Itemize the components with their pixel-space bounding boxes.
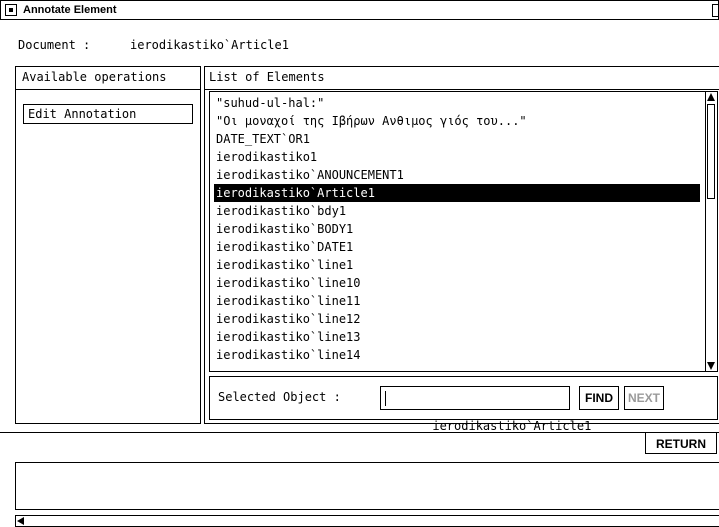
scroll-thumb[interactable] [707, 104, 715, 199]
horizontal-scrollbar[interactable] [15, 515, 719, 527]
next-button[interactable]: NEXT [624, 386, 664, 410]
list-item[interactable]: ierodikastiko`Article1 [214, 184, 700, 202]
elements-listbox[interactable]: "suhud-ul-hal:" "Οι μοναχοί της Ιβήρων Αν… [209, 91, 718, 372]
list-item[interactable]: ierodikastiko`ANOUNCEMENT1 [214, 166, 700, 184]
list-item[interactable]: ierodikastiko`line10 [214, 274, 700, 292]
text-cursor [385, 391, 386, 406]
maximize-icon[interactable] [712, 4, 719, 17]
list-item[interactable]: ierodikastiko`line11 [214, 292, 700, 310]
document-label: Document : [18, 38, 91, 52]
available-operations-panel: Available operations Edit Annotation [15, 66, 201, 424]
selected-object-input[interactable]: ierodikastiko`Article1 [380, 386, 591, 433]
list-item[interactable]: ierodikastiko`DATE1 [214, 238, 700, 256]
document-value: ierodikastiko`Article1 [130, 38, 289, 52]
list-item[interactable]: DATE_TEXT`OR1 [214, 130, 700, 148]
edit-annotation-button[interactable]: Edit Annotation [23, 104, 193, 124]
list-item[interactable]: ierodikastiko`line12 [214, 310, 700, 328]
message-area [15, 462, 719, 510]
selected-object-value: ierodikastiko`Article1 [432, 419, 592, 433]
list-item[interactable]: "suhud-ul-hal:" [214, 94, 700, 112]
list-item[interactable]: ierodikastiko1 [214, 148, 700, 166]
list-item[interactable]: ierodikastiko`bdy1 [214, 202, 700, 220]
list-item[interactable]: ierodikastiko`line13 [214, 328, 700, 346]
operations-divider [16, 89, 200, 90]
elements-list: "suhud-ul-hal:" "Οι μοναχοί της Ιβήρων Αν… [214, 94, 700, 364]
scroll-down-icon[interactable] [707, 362, 715, 370]
bottom-divider [0, 432, 719, 433]
elements-header: List of Elements [209, 70, 325, 84]
scroll-up-icon[interactable] [707, 93, 715, 101]
window-menu-icon[interactable] [5, 4, 17, 16]
elements-divider [205, 89, 719, 90]
selected-object-row: Selected Object : ierodikastiko`Article1… [209, 376, 718, 433]
list-item[interactable]: ierodikastiko`line1 [214, 256, 700, 274]
list-item[interactable]: ierodikastiko`BODY1 [214, 220, 700, 238]
selected-object-label: Selected Object : [218, 390, 341, 404]
operations-header: Available operations [22, 70, 167, 84]
list-of-elements-panel: List of Elements "suhud-ul-hal:" "Οι μονα… [204, 66, 719, 433]
find-button[interactable]: FIND [579, 386, 619, 410]
list-item[interactable]: "Οι μοναχοί της Ιβήρων Ανθιμος γιός του.… [214, 112, 700, 130]
return-button[interactable]: RETURN [645, 432, 717, 454]
window-title: Annotate Element [23, 4, 117, 16]
vertical-scrollbar[interactable] [705, 92, 717, 371]
scroll-left-icon[interactable] [17, 517, 24, 525]
title-bar: Annotate Element [0, 0, 719, 20]
list-item[interactable]: ierodikastiko`line14 [214, 346, 700, 364]
